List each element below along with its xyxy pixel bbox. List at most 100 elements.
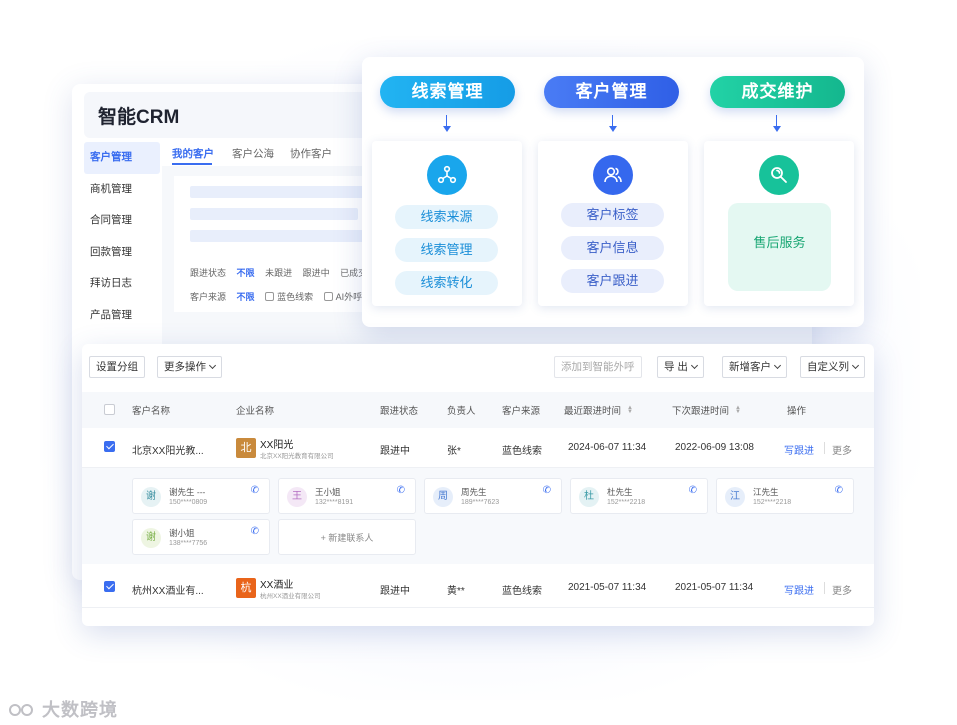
lead-convert-pill[interactable]: 线索转化	[395, 271, 498, 295]
column-header-label: 下次跟进时间	[672, 406, 730, 417]
column-header: 客户来源	[502, 406, 541, 417]
follow-status: 跟进中	[380, 586, 410, 597]
watermark: 大数跨境	[8, 696, 118, 722]
more-ops-label: 更多操作	[164, 361, 206, 373]
after-sales-service-box[interactable]: 售后服务	[728, 203, 831, 291]
contact-card[interactable]: 江 江先生 152****2218 ✆	[716, 478, 854, 514]
phone-icon[interactable]: ✆	[835, 485, 843, 496]
more-link[interactable]: 更多	[832, 582, 852, 597]
customer-tags-pill[interactable]: 客户标签	[561, 203, 664, 227]
column-header-label: 最近跟进时间	[564, 406, 622, 417]
source-checkbox[interactable]: 蓝色线索	[265, 292, 313, 302]
contact-name: 周先生	[461, 487, 487, 497]
column-header-sortable[interactable]: 最近跟进时间 ▲ ▼	[564, 403, 633, 417]
set-group-button[interactable]: 设置分组	[89, 356, 145, 378]
phone-icon[interactable]: ✆	[689, 485, 697, 496]
checkbox-label: 蓝色线索	[277, 292, 314, 302]
contact-card[interactable]: 王 王小姐 132****8191 ✆	[278, 478, 416, 514]
contact-card[interactable]: 谢 谢先生 --- 150****0809 ✆	[132, 478, 270, 514]
more-link[interactable]: 更多	[832, 442, 852, 457]
custom-columns-label: 自定义列	[807, 361, 849, 373]
select-all-checkbox[interactable]	[104, 404, 115, 415]
column-header: 客户名称	[132, 406, 171, 417]
watermark-logo-icon	[9, 704, 33, 716]
customer-table-window: 设置分组 更多操作 添加到智能外呼 导 出 新增客户 自定义列 客户名称 企业名…	[82, 344, 874, 626]
export-label: 导 出	[664, 361, 688, 373]
tab-shared-customers[interactable]: 协作客户	[290, 146, 332, 161]
share-nodes-icon	[427, 155, 467, 195]
row-checkbox[interactable]	[104, 441, 115, 452]
contact-card[interactable]: 谢 谢小姐 138****7756 ✆	[132, 519, 270, 555]
sort-icon: ▲ ▼	[735, 405, 741, 415]
new-customer-dropdown[interactable]: 新增客户	[722, 356, 787, 378]
divider	[824, 582, 825, 594]
customer-name[interactable]: 北京XX阳光教...	[132, 442, 204, 457]
write-followup-link[interactable]: 写跟进	[784, 442, 814, 457]
company-logo: 杭	[236, 578, 256, 598]
owner: 张*	[447, 446, 461, 457]
company-full-name: 北京XX阳光教育有限公司	[260, 453, 334, 460]
custom-columns-dropdown[interactable]: 自定义列	[800, 356, 865, 378]
lead-manage-pill[interactable]: 线索管理	[395, 238, 498, 262]
phone-icon[interactable]: ✆	[251, 526, 259, 537]
customer-name[interactable]: 杭州XX酒业有...	[132, 582, 204, 597]
status-filter-row: 跟进状态 不限 未跟进 跟进中 已成交	[190, 266, 375, 279]
contact-card[interactable]: 杜 杜先生 152****2218 ✆	[570, 478, 708, 514]
phone-icon[interactable]: ✆	[543, 485, 551, 496]
sidebar-item-customers[interactable]: 客户管理	[84, 142, 160, 174]
status-option[interactable]: 跟进中	[303, 268, 330, 278]
deal-maintenance-button[interactable]: 成交维护	[710, 76, 845, 108]
chevron-down-icon	[690, 361, 698, 370]
table-row[interactable]: 北京XX阳光教... 北 XX阳光 北京XX阳光教育有限公司 跟进中 张* 蓝色…	[82, 428, 874, 468]
arrow-down-icon	[772, 115, 782, 133]
column-header: 操作	[787, 406, 807, 417]
status-option[interactable]: 不限	[237, 268, 255, 278]
table-row[interactable]: 杭州XX酒业有... 杭 XX酒业 杭州XX酒业有限公司 跟进中 黄** 蓝色线…	[82, 568, 874, 608]
add-outbound-button[interactable]: 添加到智能外呼	[554, 356, 642, 378]
contact-card[interactable]: 周 周先生 189****7623 ✆	[424, 478, 562, 514]
column-header: 跟进状态	[380, 406, 419, 417]
contact-phone: 138****7756	[169, 540, 208, 547]
lead-management-button[interactable]: 线索管理	[380, 76, 515, 108]
contact-avatar: 谢	[141, 528, 161, 548]
contact-avatar: 周	[433, 487, 453, 507]
sidebar-item-opportunities[interactable]: 商机管理	[84, 174, 160, 206]
company-logo: 北	[236, 438, 256, 458]
contact-phone: 132****8191	[315, 499, 354, 506]
company-name: XX酒业	[260, 580, 294, 591]
contact-phone: 150****0809	[169, 499, 208, 506]
status-option[interactable]: 未跟进	[265, 268, 292, 278]
contacts-panel: 谢 谢先生 --- 150****0809 ✆ 王 王小姐 132****819…	[82, 468, 874, 564]
phone-icon[interactable]: ✆	[251, 485, 259, 496]
lead-module-panel: 线索来源 线索管理 线索转化	[372, 141, 522, 306]
sidebar-item-visit-log[interactable]: 拜访日志	[84, 268, 160, 300]
write-followup-link[interactable]: 写跟进	[784, 582, 814, 597]
filter-panel: 跟进状态 不限 未跟进 跟进中 已成交 客户来源 不限 蓝色线索 AI外呼	[174, 176, 384, 312]
tab-customer-pool[interactable]: 客户公海	[232, 146, 274, 161]
customer-management-button[interactable]: 客户管理	[544, 76, 679, 108]
sidebar-item-products[interactable]: 产品管理	[84, 300, 160, 332]
new-contact-button[interactable]: + 新建联系人	[278, 519, 416, 555]
company-name: XX阳光	[260, 440, 294, 451]
row-checkbox[interactable]	[104, 581, 115, 592]
contact-avatar: 王	[287, 487, 307, 507]
contact-name: 谢先生 ---	[169, 487, 206, 497]
column-header-sortable[interactable]: 下次跟进时间 ▲ ▼	[672, 403, 741, 417]
divider	[824, 442, 825, 454]
lead-source-pill[interactable]: 线索来源	[395, 205, 498, 229]
wrench-icon	[759, 155, 799, 195]
sidebar-item-payments[interactable]: 回款管理	[84, 237, 160, 269]
export-dropdown[interactable]: 导 出	[657, 356, 704, 378]
more-ops-dropdown[interactable]: 更多操作	[157, 356, 222, 378]
source-option[interactable]: 不限	[237, 292, 255, 302]
contact-phone: 152****2218	[753, 499, 792, 506]
new-customer-label: 新增客户	[729, 361, 771, 373]
watermark-text: 大数跨境	[42, 700, 119, 720]
customer-info-pill[interactable]: 客户信息	[561, 236, 664, 260]
customer-followup-pill[interactable]: 客户跟进	[561, 269, 664, 293]
next-follow-time: 2021-05-07 11:34	[675, 582, 754, 593]
tab-my-customers[interactable]: 我的客户	[172, 146, 214, 161]
phone-icon[interactable]: ✆	[397, 485, 405, 496]
source-checkbox[interactable]: AI外呼	[323, 292, 362, 302]
sidebar-item-contracts[interactable]: 合同管理	[84, 205, 160, 237]
